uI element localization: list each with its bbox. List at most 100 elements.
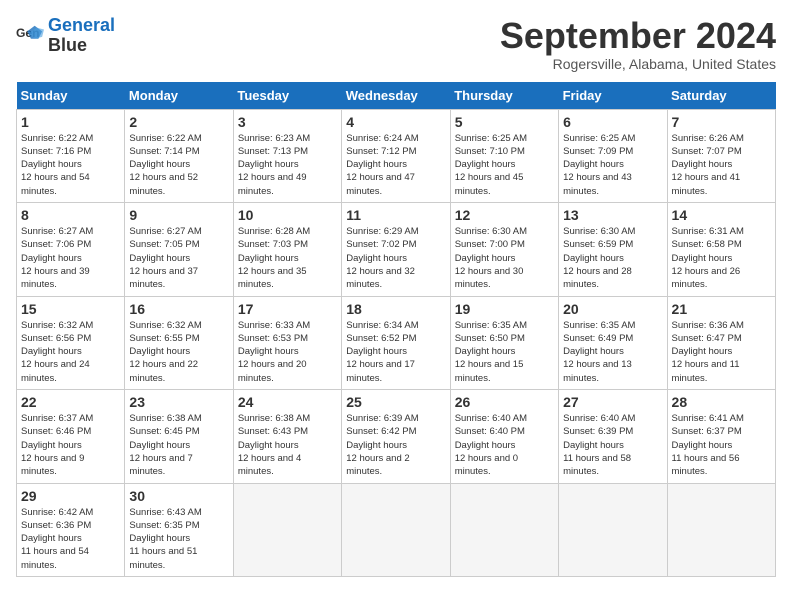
day-info: Sunrise: 6:23 AMSunset: 7:13 PMDaylight … — [238, 132, 337, 198]
day-info: Sunrise: 6:41 AMSunset: 6:37 PMDaylight … — [672, 412, 771, 478]
day-number: 8 — [21, 207, 120, 223]
day-info: Sunrise: 6:32 AMSunset: 6:55 PMDaylight … — [129, 319, 228, 385]
day-info: Sunrise: 6:37 AMSunset: 6:46 PMDaylight … — [21, 412, 120, 478]
day-number: 20 — [563, 301, 662, 317]
day-number: 14 — [672, 207, 771, 223]
calendar-cell: 4 Sunrise: 6:24 AMSunset: 7:12 PMDaylight… — [342, 109, 450, 202]
calendar-cell — [559, 483, 667, 576]
day-header-sunday: Sunday — [17, 82, 125, 110]
day-number: 2 — [129, 114, 228, 130]
calendar-cell: 12 Sunrise: 6:30 AMSunset: 7:00 PMDayligh… — [450, 203, 558, 296]
calendar-cell: 20Sunrise: 6:35 AMSunset: 6:49 PMDayligh… — [559, 296, 667, 389]
day-number: 12 — [455, 207, 554, 223]
logo-text: GeneralBlue — [48, 16, 115, 56]
day-info: Sunrise: 6:34 AMSunset: 6:52 PMDaylight … — [346, 319, 445, 385]
day-header-monday: Monday — [125, 82, 233, 110]
calendar-week-0: 1Sunrise: 6:22 AMSunset: 7:16 PMDaylight… — [17, 109, 776, 202]
day-header-wednesday: Wednesday — [342, 82, 450, 110]
calendar-body: 1Sunrise: 6:22 AMSunset: 7:16 PMDaylight… — [17, 109, 776, 576]
day-number: 19 — [455, 301, 554, 317]
day-number: 17 — [238, 301, 337, 317]
day-header-saturday: Saturday — [667, 82, 775, 110]
calendar-cell: 29 Sunrise: 6:42 AMSunset: 6:36 PMDayligh… — [17, 483, 125, 576]
calendar-cell: 30 Sunrise: 6:43 AMSunset: 6:35 PMDayligh… — [125, 483, 233, 576]
day-info: Sunrise: 6:31 AMSunset: 6:58 PMDaylight … — [672, 225, 771, 291]
day-info: Sunrise: 6:42 AMSunset: 6:36 PMDaylight … — [21, 506, 120, 572]
day-header-thursday: Thursday — [450, 82, 558, 110]
calendar-header-row: SundayMondayTuesdayWednesdayThursdayFrid… — [17, 82, 776, 110]
calendar-cell: 24 Sunrise: 6:38 AMSunset: 6:43 PMDayligh… — [233, 390, 341, 483]
calendar-cell: 23 Sunrise: 6:38 AMSunset: 6:45 PMDayligh… — [125, 390, 233, 483]
calendar-cell: 28Sunrise: 6:41 AMSunset: 6:37 PMDayligh… — [667, 390, 775, 483]
calendar-week-1: 8Sunrise: 6:27 AMSunset: 7:06 PMDaylight… — [17, 203, 776, 296]
day-number: 1 — [21, 114, 120, 130]
day-number: 9 — [129, 207, 228, 223]
calendar-cell: 22 Sunrise: 6:37 AMSunset: 6:46 PMDayligh… — [17, 390, 125, 483]
day-number: 30 — [129, 488, 228, 504]
day-number: 10 — [238, 207, 337, 223]
calendar-cell: 5 Sunrise: 6:25 AMSunset: 7:10 PMDaylight… — [450, 109, 558, 202]
calendar-cell: 13 Sunrise: 6:30 AMSunset: 6:59 PMDayligh… — [559, 203, 667, 296]
calendar-cell: 3 Sunrise: 6:23 AMSunset: 7:13 PMDaylight… — [233, 109, 341, 202]
day-info: Sunrise: 6:27 AMSunset: 7:05 PMDaylight … — [129, 225, 228, 291]
day-number: 3 — [238, 114, 337, 130]
day-number: 22 — [21, 394, 120, 410]
calendar-cell: 8Sunrise: 6:27 AMSunset: 7:06 PMDaylight… — [17, 203, 125, 296]
calendar-cell: 11 Sunrise: 6:29 AMSunset: 7:02 PMDayligh… — [342, 203, 450, 296]
day-info: Sunrise: 6:38 AMSunset: 6:45 PMDaylight … — [129, 412, 228, 478]
calendar-cell: 14 Sunrise: 6:31 AMSunset: 6:58 PMDayligh… — [667, 203, 775, 296]
day-info: Sunrise: 6:30 AMSunset: 6:59 PMDaylight … — [563, 225, 662, 291]
calendar-week-3: 22 Sunrise: 6:37 AMSunset: 6:46 PMDayligh… — [17, 390, 776, 483]
calendar-week-2: 15 Sunrise: 6:32 AMSunset: 6:56 PMDayligh… — [17, 296, 776, 389]
calendar-cell: 27Sunrise: 6:40 AMSunset: 6:39 PMDayligh… — [559, 390, 667, 483]
day-number: 26 — [455, 394, 554, 410]
day-number: 7 — [672, 114, 771, 130]
day-header-friday: Friday — [559, 82, 667, 110]
calendar-table: SundayMondayTuesdayWednesdayThursdayFrid… — [16, 82, 776, 577]
calendar-cell: 15 Sunrise: 6:32 AMSunset: 6:56 PMDayligh… — [17, 296, 125, 389]
day-number: 29 — [21, 488, 120, 504]
day-number: 23 — [129, 394, 228, 410]
calendar-cell: 25Sunrise: 6:39 AMSunset: 6:42 PMDayligh… — [342, 390, 450, 483]
day-info: Sunrise: 6:33 AMSunset: 6:53 PMDaylight … — [238, 319, 337, 385]
day-header-tuesday: Tuesday — [233, 82, 341, 110]
calendar-cell — [233, 483, 341, 576]
day-number: 4 — [346, 114, 445, 130]
calendar-cell: 6 Sunrise: 6:25 AMSunset: 7:09 PMDaylight… — [559, 109, 667, 202]
day-info: Sunrise: 6:38 AMSunset: 6:43 PMDaylight … — [238, 412, 337, 478]
calendar-cell — [450, 483, 558, 576]
day-number: 16 — [129, 301, 228, 317]
calendar-cell: 9 Sunrise: 6:27 AMSunset: 7:05 PMDaylight… — [125, 203, 233, 296]
day-number: 13 — [563, 207, 662, 223]
day-info: Sunrise: 6:30 AMSunset: 7:00 PMDaylight … — [455, 225, 554, 291]
day-info: Sunrise: 6:32 AMSunset: 6:56 PMDaylight … — [21, 319, 120, 385]
logo: Gen GeneralBlue — [16, 16, 115, 56]
day-info: Sunrise: 6:35 AMSunset: 6:50 PMDaylight … — [455, 319, 554, 385]
calendar-cell: 17 Sunrise: 6:33 AMSunset: 6:53 PMDayligh… — [233, 296, 341, 389]
calendar-cell — [342, 483, 450, 576]
day-number: 15 — [21, 301, 120, 317]
day-info: Sunrise: 6:25 AMSunset: 7:09 PMDaylight … — [563, 132, 662, 198]
day-number: 24 — [238, 394, 337, 410]
day-info: Sunrise: 6:29 AMSunset: 7:02 PMDaylight … — [346, 225, 445, 291]
calendar-week-4: 29 Sunrise: 6:42 AMSunset: 6:36 PMDayligh… — [17, 483, 776, 576]
day-number: 5 — [455, 114, 554, 130]
day-info: Sunrise: 6:43 AMSunset: 6:35 PMDaylight … — [129, 506, 228, 572]
calendar-cell: 16 Sunrise: 6:32 AMSunset: 6:55 PMDayligh… — [125, 296, 233, 389]
day-info: Sunrise: 6:24 AMSunset: 7:12 PMDaylight … — [346, 132, 445, 198]
calendar-cell: 21Sunrise: 6:36 AMSunset: 6:47 PMDayligh… — [667, 296, 775, 389]
day-info: Sunrise: 6:25 AMSunset: 7:10 PMDaylight … — [455, 132, 554, 198]
page-header: Gen GeneralBlue September 2024 Rogersvil… — [16, 16, 776, 72]
day-number: 6 — [563, 114, 662, 130]
calendar-cell: 26Sunrise: 6:40 AMSunset: 6:40 PMDayligh… — [450, 390, 558, 483]
logo-icon: Gen — [16, 22, 44, 50]
day-info: Sunrise: 6:22 AMSunset: 7:14 PMDaylight … — [129, 132, 228, 198]
calendar-cell: 1Sunrise: 6:22 AMSunset: 7:16 PMDaylight… — [17, 109, 125, 202]
day-number: 25 — [346, 394, 445, 410]
calendar-cell — [667, 483, 775, 576]
day-number: 18 — [346, 301, 445, 317]
day-number: 11 — [346, 207, 445, 223]
calendar-cell: 18 Sunrise: 6:34 AMSunset: 6:52 PMDayligh… — [342, 296, 450, 389]
day-number: 27 — [563, 394, 662, 410]
day-number: 21 — [672, 301, 771, 317]
